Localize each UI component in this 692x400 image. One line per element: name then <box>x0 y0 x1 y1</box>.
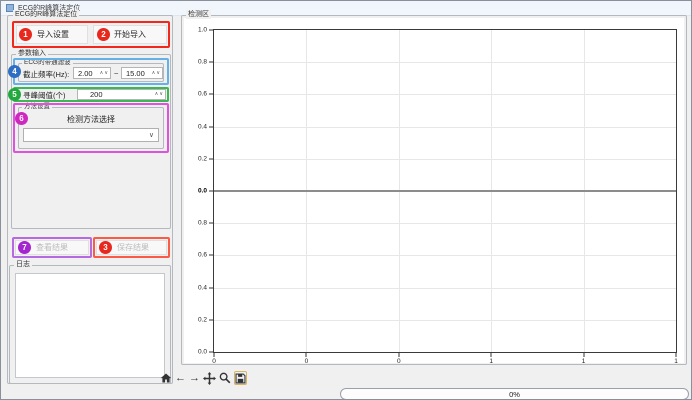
annotation-badge-7: 7 <box>18 241 31 254</box>
view-results-label: 查看结果 <box>36 242 68 253</box>
x-tick-label: 0 <box>305 358 309 365</box>
y-tick-label: 0.8 <box>198 59 207 66</box>
y-tick-label: 0.0 <box>198 349 207 356</box>
home-icon[interactable] <box>160 371 172 385</box>
y-tick-mark <box>209 319 213 320</box>
spin-down-icon[interactable]: ∨ <box>156 71 160 76</box>
x-tick-label: 1 <box>489 358 493 365</box>
y-tick-mark <box>209 62 213 63</box>
x-tick-mark <box>676 353 677 357</box>
y-tick-mark <box>209 30 213 31</box>
title-bar[interactable]: ECG的R峰算法定位 <box>1 1 691 16</box>
y-tick-label: 0.6 <box>198 91 207 98</box>
save-icon[interactable] <box>234 371 247 385</box>
y-tick-label: 0.4 <box>198 284 207 291</box>
params-group-label: 参数输入 <box>16 49 48 58</box>
x-tick-mark <box>491 353 492 357</box>
cutoff-range-separator: ~ <box>114 69 118 78</box>
y-tick-mark <box>209 158 213 159</box>
x-tick-mark <box>583 353 584 357</box>
y-tick-mark <box>209 223 213 224</box>
y-tick-mark <box>209 352 213 353</box>
method-group-label: 方法设置 <box>22 102 52 111</box>
log-group-label: 日志 <box>14 260 32 269</box>
y-tick-mark <box>209 191 213 192</box>
peak-threshold-value: 200 <box>80 90 155 99</box>
start-import-label: 开始导入 <box>114 29 146 40</box>
gridline-horizontal <box>214 288 676 289</box>
plot-canvas[interactable]: 1.0 0.8 0.6 0.4 0.2 0.0 0.8 0.6 0.4 0.2 0.0 0 0 0 1 1 1 <box>184 18 684 363</box>
y-tick-mark <box>209 255 213 256</box>
x-tick-mark <box>306 353 307 357</box>
cutoff-high-value: 15.00 <box>124 69 152 78</box>
y-tick-label: 0.8 <box>198 220 207 227</box>
cutoff-low-value: 2.00 <box>76 69 100 78</box>
bandpass-group-label: ECG的带通滤波 <box>22 58 73 67</box>
plot-panel-label: 检测区 <box>186 10 211 19</box>
peak-threshold-spinbox[interactable]: 200 ∧∨ <box>77 89 166 100</box>
gridline-horizontal <box>214 94 676 95</box>
y-tick-label: 0.4 <box>198 123 207 130</box>
annotation-badge-1: 1 <box>19 28 32 41</box>
log-textarea <box>15 273 165 378</box>
annotation-badge-2: 2 <box>97 28 110 41</box>
gridline-horizontal <box>214 255 676 256</box>
x-tick-label: 1 <box>674 358 678 365</box>
gridline-horizontal <box>214 127 676 128</box>
import-settings-label: 导入设置 <box>37 29 69 40</box>
x-tick-label: 0 <box>212 358 216 365</box>
peak-threshold-label: 寻峰阈值(个) <box>23 90 66 101</box>
forward-icon[interactable]: → <box>189 371 200 385</box>
save-results-label: 保存结果 <box>117 242 149 253</box>
y-tick-label: 0.0 <box>198 188 207 195</box>
y-tick-mark <box>209 94 213 95</box>
method-combobox[interactable]: ∨ <box>23 128 159 142</box>
progress-text: 0% <box>509 390 520 399</box>
zoom-icon[interactable] <box>219 371 231 385</box>
plot-axes[interactable]: 1.00.80.60.40.20.00.80.60.40.20.0000111 <box>213 29 677 353</box>
spin-down-icon[interactable]: ∨ <box>104 71 108 76</box>
x-tick-mark <box>214 353 215 357</box>
x-tick-label: 1 <box>582 358 586 365</box>
progress-bar: 0% <box>340 388 689 400</box>
spin-up-icon[interactable]: ∧ <box>100 71 104 76</box>
left-panel-label: ECG的R峰算法定位 <box>13 10 79 19</box>
gridline-horizontal <box>214 320 676 321</box>
x-tick-label: 0 <box>397 358 401 365</box>
y-tick-label: 1.0 <box>198 27 207 34</box>
cutoff-low-spinbox[interactable]: 2.00 ∧∨ <box>73 67 111 79</box>
gridline-horizontal <box>214 159 676 160</box>
annotation-badge-6: 6 <box>15 112 28 125</box>
annotation-badge-5: 5 <box>8 88 21 101</box>
gridline-horizontal <box>214 62 676 63</box>
annotation-badge-3: 3 <box>99 241 112 254</box>
x-tick-mark <box>398 353 399 357</box>
y-tick-label: 0.6 <box>198 252 207 259</box>
annotation-badge-4: 4 <box>8 65 21 78</box>
spin-up-icon[interactable]: ∧ <box>155 92 159 97</box>
subplot-divider <box>214 190 676 192</box>
app-window: ECG的R峰算法定位 ECG的R峰算法定位 导入设置 1 开始导入 2 参数输入… <box>0 0 692 400</box>
method-select-title: 检测方法选择 <box>18 114 164 125</box>
y-tick-mark <box>209 126 213 127</box>
cutoff-high-spinbox[interactable]: 15.00 ∧∨ <box>121 67 163 79</box>
spin-down-icon[interactable]: ∨ <box>159 92 163 97</box>
cutoff-label: 截止频率(Hz): <box>23 69 69 80</box>
pan-icon[interactable] <box>203 371 216 385</box>
y-tick-mark <box>209 287 213 288</box>
back-icon[interactable]: ← <box>175 371 186 385</box>
chevron-down-icon: ∨ <box>149 131 154 139</box>
gridline-horizontal <box>214 223 676 224</box>
spin-up-icon[interactable]: ∧ <box>152 71 156 76</box>
plot-toolbar: ← → <box>160 369 244 387</box>
y-tick-label: 0.2 <box>198 155 207 162</box>
y-tick-label: 0.2 <box>198 316 207 323</box>
